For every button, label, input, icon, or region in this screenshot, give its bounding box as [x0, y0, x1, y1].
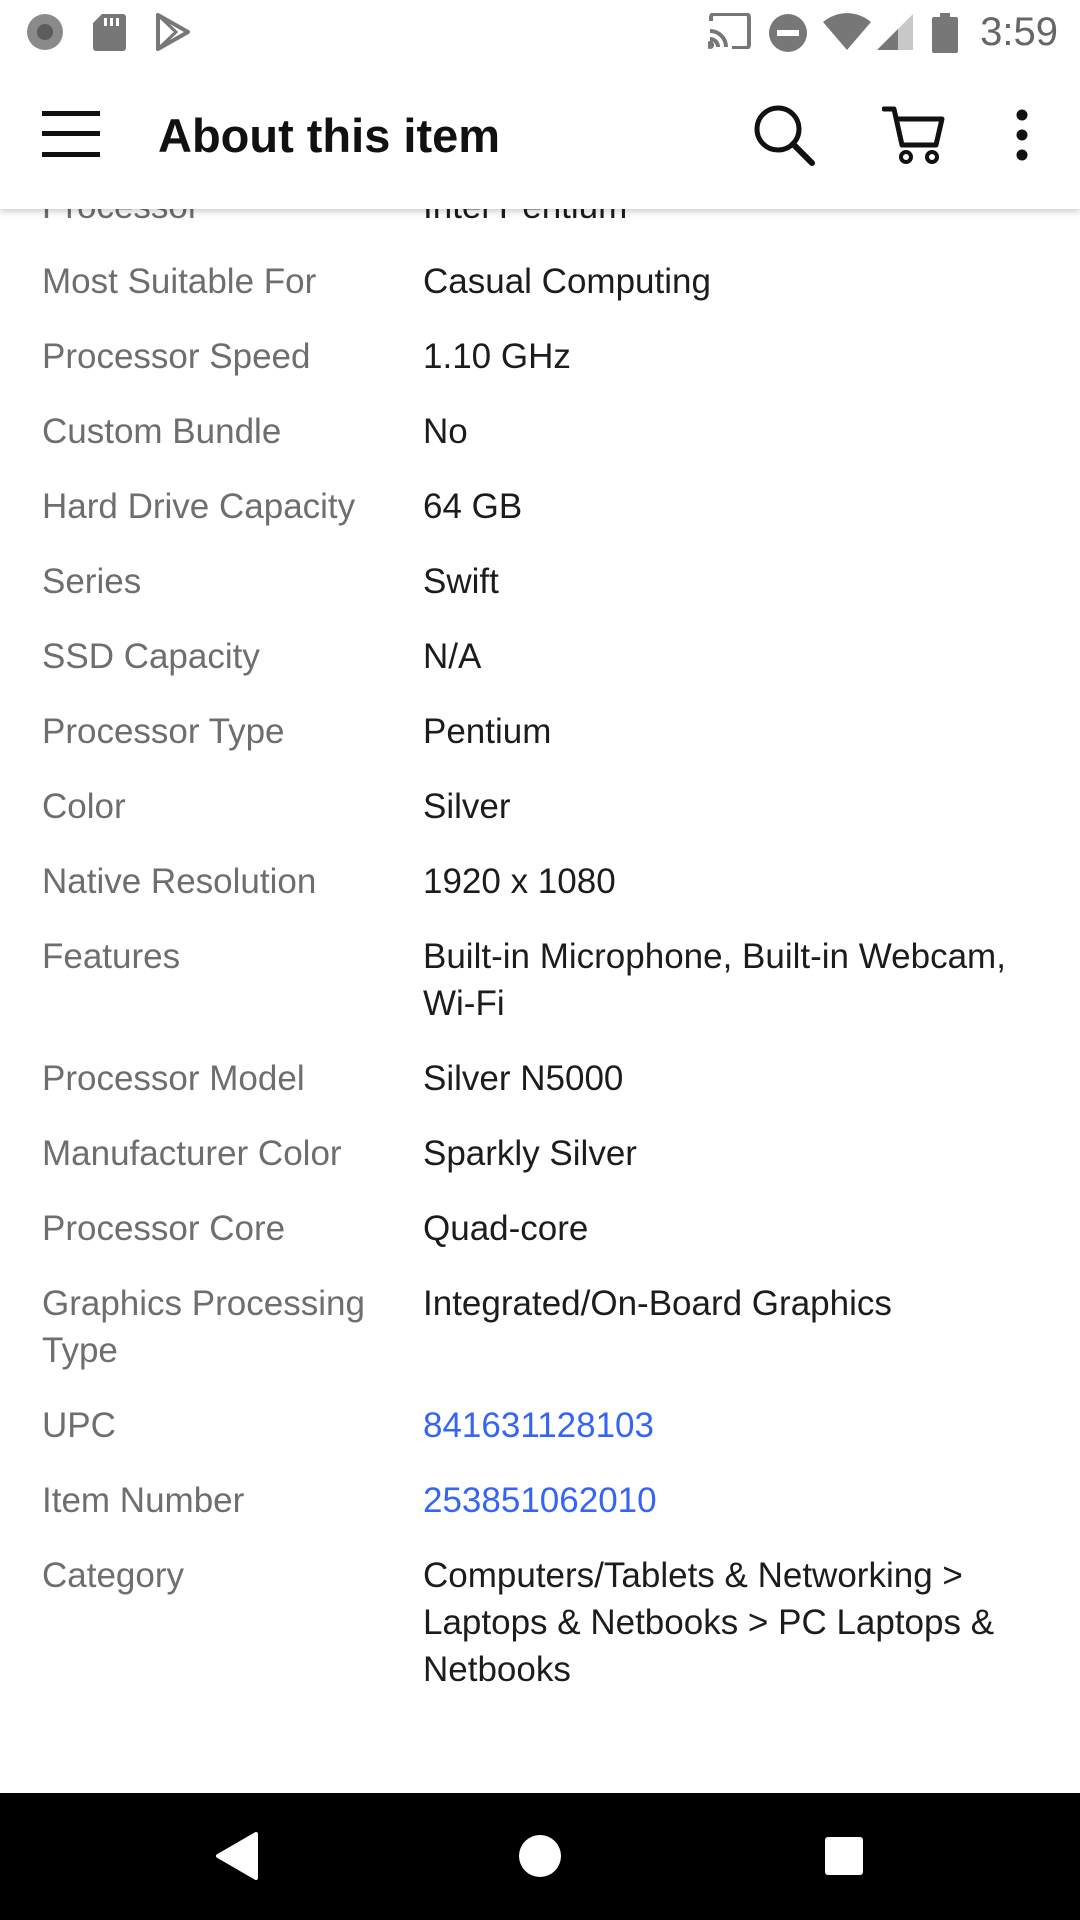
- play-store-icon: [156, 13, 190, 51]
- spec-label: Custom Bundle: [42, 412, 282, 451]
- home-icon[interactable]: [518, 1831, 562, 1881]
- spec-row: Series Swift: [0, 544, 1080, 619]
- spec-label: Processor Core: [42, 1209, 286, 1248]
- spec-label: Most Suitable For: [42, 262, 317, 301]
- spec-value: No: [423, 412, 468, 451]
- do-not-disturb-icon: [769, 14, 807, 52]
- spec-row: Processor Speed 1.10 GHz: [0, 319, 1080, 394]
- spec-value: Silver N5000: [423, 1059, 624, 1098]
- spec-value: Sparkly Silver: [423, 1134, 637, 1173]
- cart-icon[interactable]: [882, 103, 946, 167]
- spec-row: Category Computers/Tablets & Networking >…: [0, 1538, 1080, 1707]
- spec-row: Manufacturer Color Sparkly Silver: [0, 1116, 1080, 1191]
- spec-value: Silver: [423, 787, 511, 826]
- spec-row: Native Resolution 1920 x 1080: [0, 844, 1080, 919]
- navigation-bar: [0, 1793, 1080, 1920]
- status-time: 3:59: [980, 10, 1058, 54]
- spec-value: 64 GB: [423, 487, 523, 526]
- signal-icon: [877, 14, 913, 50]
- spec-label: Processor: [0, 209, 423, 230]
- recents-icon[interactable]: [822, 1831, 866, 1881]
- spec-label: Processor Speed: [42, 337, 311, 376]
- spec-value: Computers/Tablets & Networking > Laptops…: [423, 1556, 995, 1689]
- spec-label: SSD Capacity: [42, 637, 260, 676]
- spec-row: Features Built-in Microphone, Built-in We…: [0, 919, 1080, 1041]
- spec-label: Graphics Processing Type: [42, 1284, 365, 1370]
- spec-value: N/A: [423, 637, 482, 676]
- spec-row: ProcessorIntel Pentium: [0, 209, 1080, 244]
- spec-row: SSD Capacity N/A: [0, 619, 1080, 694]
- spec-value: 1920 x 1080: [423, 862, 616, 901]
- spec-row: Hard Drive Capacity 64 GB: [0, 469, 1080, 544]
- status-bar: 3:59: [0, 0, 1080, 63]
- app-bar: About this item: [0, 63, 1080, 209]
- spec-value: Quad-core: [423, 1209, 589, 1248]
- cast-icon: [708, 13, 751, 49]
- spec-row: Graphics Processing Type Integrated/On-Bo…: [0, 1266, 1080, 1388]
- sd-card-icon: [93, 14, 126, 51]
- spec-label: Processor Type: [42, 712, 285, 751]
- spec-label: Native Resolution: [42, 862, 317, 901]
- spec-value: Built-in Microphone, Built-in Webcam, Wi…: [423, 937, 1006, 1023]
- spec-label: Processor Model: [42, 1059, 305, 1098]
- spec-row: Most Suitable For Casual Computing: [0, 244, 1080, 319]
- spec-value: Swift: [423, 562, 499, 601]
- spec-label: Category: [42, 1556, 185, 1595]
- circle-icon: [27, 14, 63, 50]
- spec-label: UPC: [42, 1406, 116, 1445]
- spec-row: Processor Model Silver N5000: [0, 1041, 1080, 1116]
- spec-row: Processor Type Pentium: [0, 694, 1080, 769]
- spec-label: Color: [42, 787, 126, 826]
- spec-value: 1.10 GHz: [423, 337, 571, 376]
- spec-value: Intel Pentium: [423, 209, 1023, 230]
- spec-row: Processor Core Quad-core: [0, 1191, 1080, 1266]
- page-title: About this item: [158, 109, 501, 162]
- spec-label: Manufacturer Color: [42, 1134, 342, 1173]
- spec-label: Features: [42, 937, 181, 976]
- item-specifics: ProcessorIntel Pentium Most Suitable For C…: [0, 209, 1080, 1793]
- spec-label: Item Number: [42, 1481, 245, 1520]
- spec-row: UPC 841631128103: [0, 1388, 1080, 1463]
- spec-label: Hard Drive Capacity: [42, 487, 356, 526]
- spec-value-link[interactable]: 841631128103: [423, 1402, 1023, 1449]
- spec-value: Pentium: [423, 712, 552, 751]
- search-icon[interactable]: [752, 103, 816, 167]
- spec-value: Casual Computing: [423, 262, 711, 301]
- spec-list: ProcessorIntel Pentium Most Suitable For C…: [0, 209, 1080, 1707]
- spec-row: Custom Bundle No: [0, 394, 1080, 469]
- spec-value-link[interactable]: 253851062010: [423, 1477, 1023, 1524]
- menu-icon[interactable]: [42, 109, 100, 159]
- wifi-icon: [823, 13, 871, 50]
- back-icon[interactable]: [214, 1831, 260, 1881]
- spec-row: Item Number 253851062010: [0, 1463, 1080, 1538]
- more-vert-icon[interactable]: [1008, 103, 1036, 167]
- battery-icon: [932, 13, 958, 53]
- spec-row: Color Silver: [0, 769, 1080, 844]
- spec-value: Integrated/On-Board Graphics: [423, 1284, 892, 1323]
- spec-label: Series: [42, 562, 142, 601]
